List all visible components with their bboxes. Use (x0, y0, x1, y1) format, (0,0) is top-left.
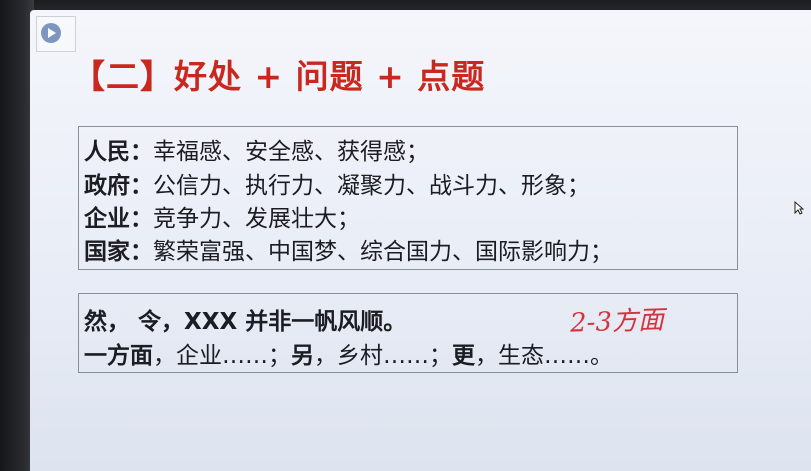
aspect-connector: 更 (452, 343, 475, 369)
play-icon (41, 23, 61, 43)
benefit-label: 政府： (84, 173, 153, 199)
aspect-text: ，乡村……； (314, 343, 452, 369)
aspect-text: ，生态……。 (475, 343, 613, 369)
problems-intro-line: 然， 令，XXX 并非一帆风顺。 (84, 309, 407, 335)
benefit-text: 幸福感、安全感、获得感； (153, 139, 429, 165)
benefit-label: 国家： (84, 239, 153, 265)
benefit-line-nation: 国家：繁荣富强、中国梦、综合国力、国际影响力； (84, 232, 613, 266)
aspect-text: ，企业……； (153, 343, 291, 369)
aspect-connector: 一方面 (84, 343, 153, 369)
problems-aspects-line: 一方面，企业……；另，乡村……；更，生态……。 (84, 336, 613, 370)
benefit-label: 人民： (84, 139, 153, 165)
benefit-line-people: 人民：幸福感、安全感、获得感； (84, 132, 429, 166)
benefit-line-enterprise: 企业：竞争力、发展壮大； (84, 199, 360, 233)
aspect-connector: 另 (291, 343, 314, 369)
mouse-cursor-icon (794, 201, 804, 215)
benefit-text: 竞争力、发展壮大； (153, 206, 360, 232)
benefit-line-government: 政府：公信力、执行力、凝聚力、战斗力、形象； (84, 166, 590, 200)
video-logo (36, 16, 76, 52)
benefit-text: 繁荣富强、中国梦、综合国力、国际影响力； (153, 239, 613, 265)
slide-title: 【二】好处 + 问题 + 点题 (72, 57, 486, 96)
monitor-bezel-left (0, 0, 34, 471)
benefit-label: 企业： (84, 206, 153, 232)
benefit-text: 公信力、执行力、凝聚力、战斗力、形象； (153, 173, 590, 199)
handwritten-note: 2-3方面 (569, 305, 665, 339)
